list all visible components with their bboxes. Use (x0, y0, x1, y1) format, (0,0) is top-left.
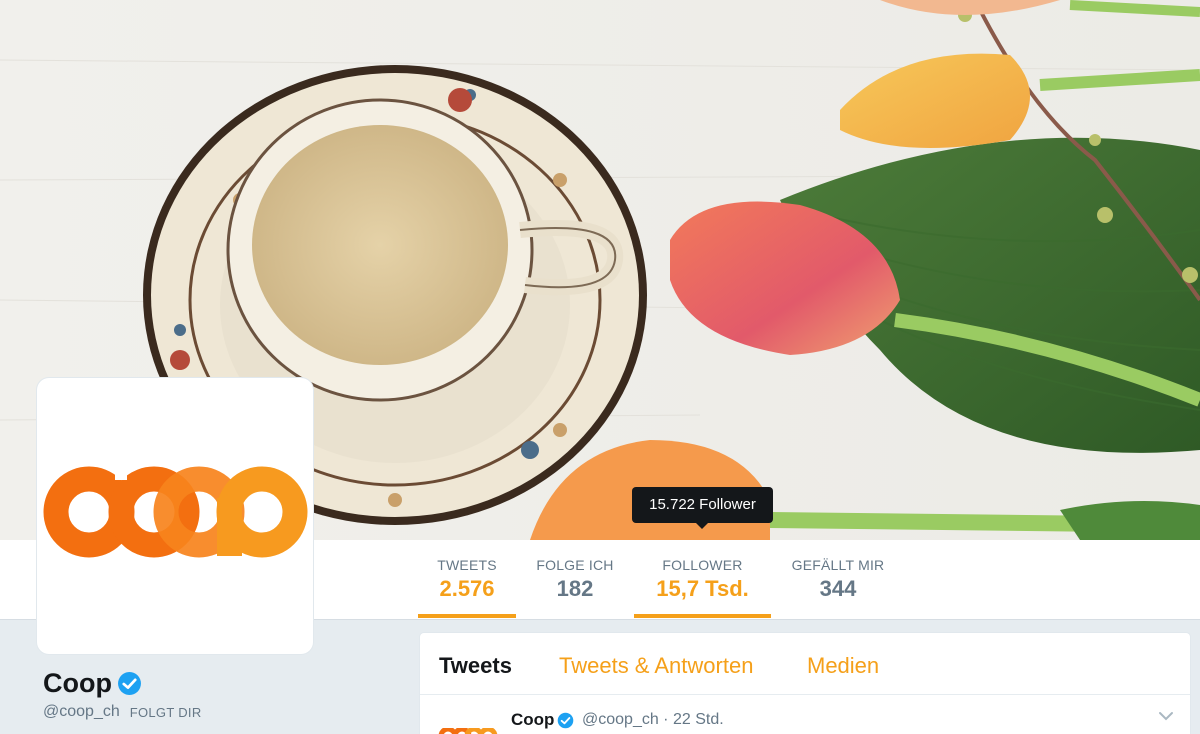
stat-tweets-value: 2.576 (439, 576, 495, 601)
stat-followers-value: 15,7 Tsd. (656, 576, 749, 601)
timeline-tabs: Tweets Tweets & Antworten Medien (420, 633, 1190, 695)
followers-tooltip: 15.722 Follower (632, 487, 773, 529)
timeline-panel: Tweets Tweets & Antworten Medien Coop @c… (419, 632, 1191, 734)
follows-you-badge: FOLGT DIR (129, 704, 202, 720)
tweet-meta: @coop_ch · 22 Std. (582, 711, 724, 728)
stat-likes-label: GEFÄLLT MIR (791, 557, 885, 573)
coop-logo: coop (37, 378, 308, 558)
tooltip-text: 15.722 Follower (649, 496, 756, 513)
profile-handle[interactable]: @coop_ch (43, 703, 120, 721)
verified-badge-icon (118, 672, 141, 695)
profile-avatar[interactable]: coop (37, 378, 313, 654)
stat-likes[interactable]: GEFÄLLT MIR 344 (788, 540, 888, 620)
stat-tweets[interactable]: TWEETS 2.576 (418, 540, 516, 620)
tweet-verified-icon (558, 712, 574, 728)
stat-likes-value: 344 (819, 576, 857, 601)
profile-page: TWEETS 2.576 FOLGE ICH 182 FOLLOWER 15,7… (0, 0, 1200, 734)
stat-following-value: 182 (556, 576, 594, 601)
active-tab-indicator (418, 614, 516, 618)
tweet-author-name[interactable]: Coop (511, 710, 554, 730)
profile-handle-row: @coop_ch FOLGT DIR (43, 703, 202, 721)
tooltip-arrow (696, 523, 708, 529)
tweet-item[interactable]: Coop @coop_ch · 22 Std. (420, 696, 1190, 734)
chevron-down-icon[interactable] (1158, 710, 1174, 722)
stat-followers-label: FOLLOWER (662, 557, 743, 573)
tweet-author-row: Coop (511, 710, 574, 730)
tab-media[interactable]: Medien (807, 653, 879, 679)
tweet-avatar[interactable] (438, 728, 498, 734)
profile-name-row: Coop (43, 668, 142, 699)
tab-tweets[interactable]: Tweets (439, 653, 512, 679)
tab-tweets-and-replies[interactable]: Tweets & Antworten (559, 653, 753, 679)
profile-name[interactable]: Coop (43, 668, 112, 699)
stat-following-label: FOLGE ICH (536, 557, 614, 573)
stat-followers[interactable]: FOLLOWER 15,7 Tsd. (634, 540, 771, 620)
stat-following[interactable]: FOLGE ICH 182 (533, 540, 617, 620)
hover-tab-indicator (634, 614, 771, 618)
stat-tweets-label: TWEETS (437, 557, 497, 573)
